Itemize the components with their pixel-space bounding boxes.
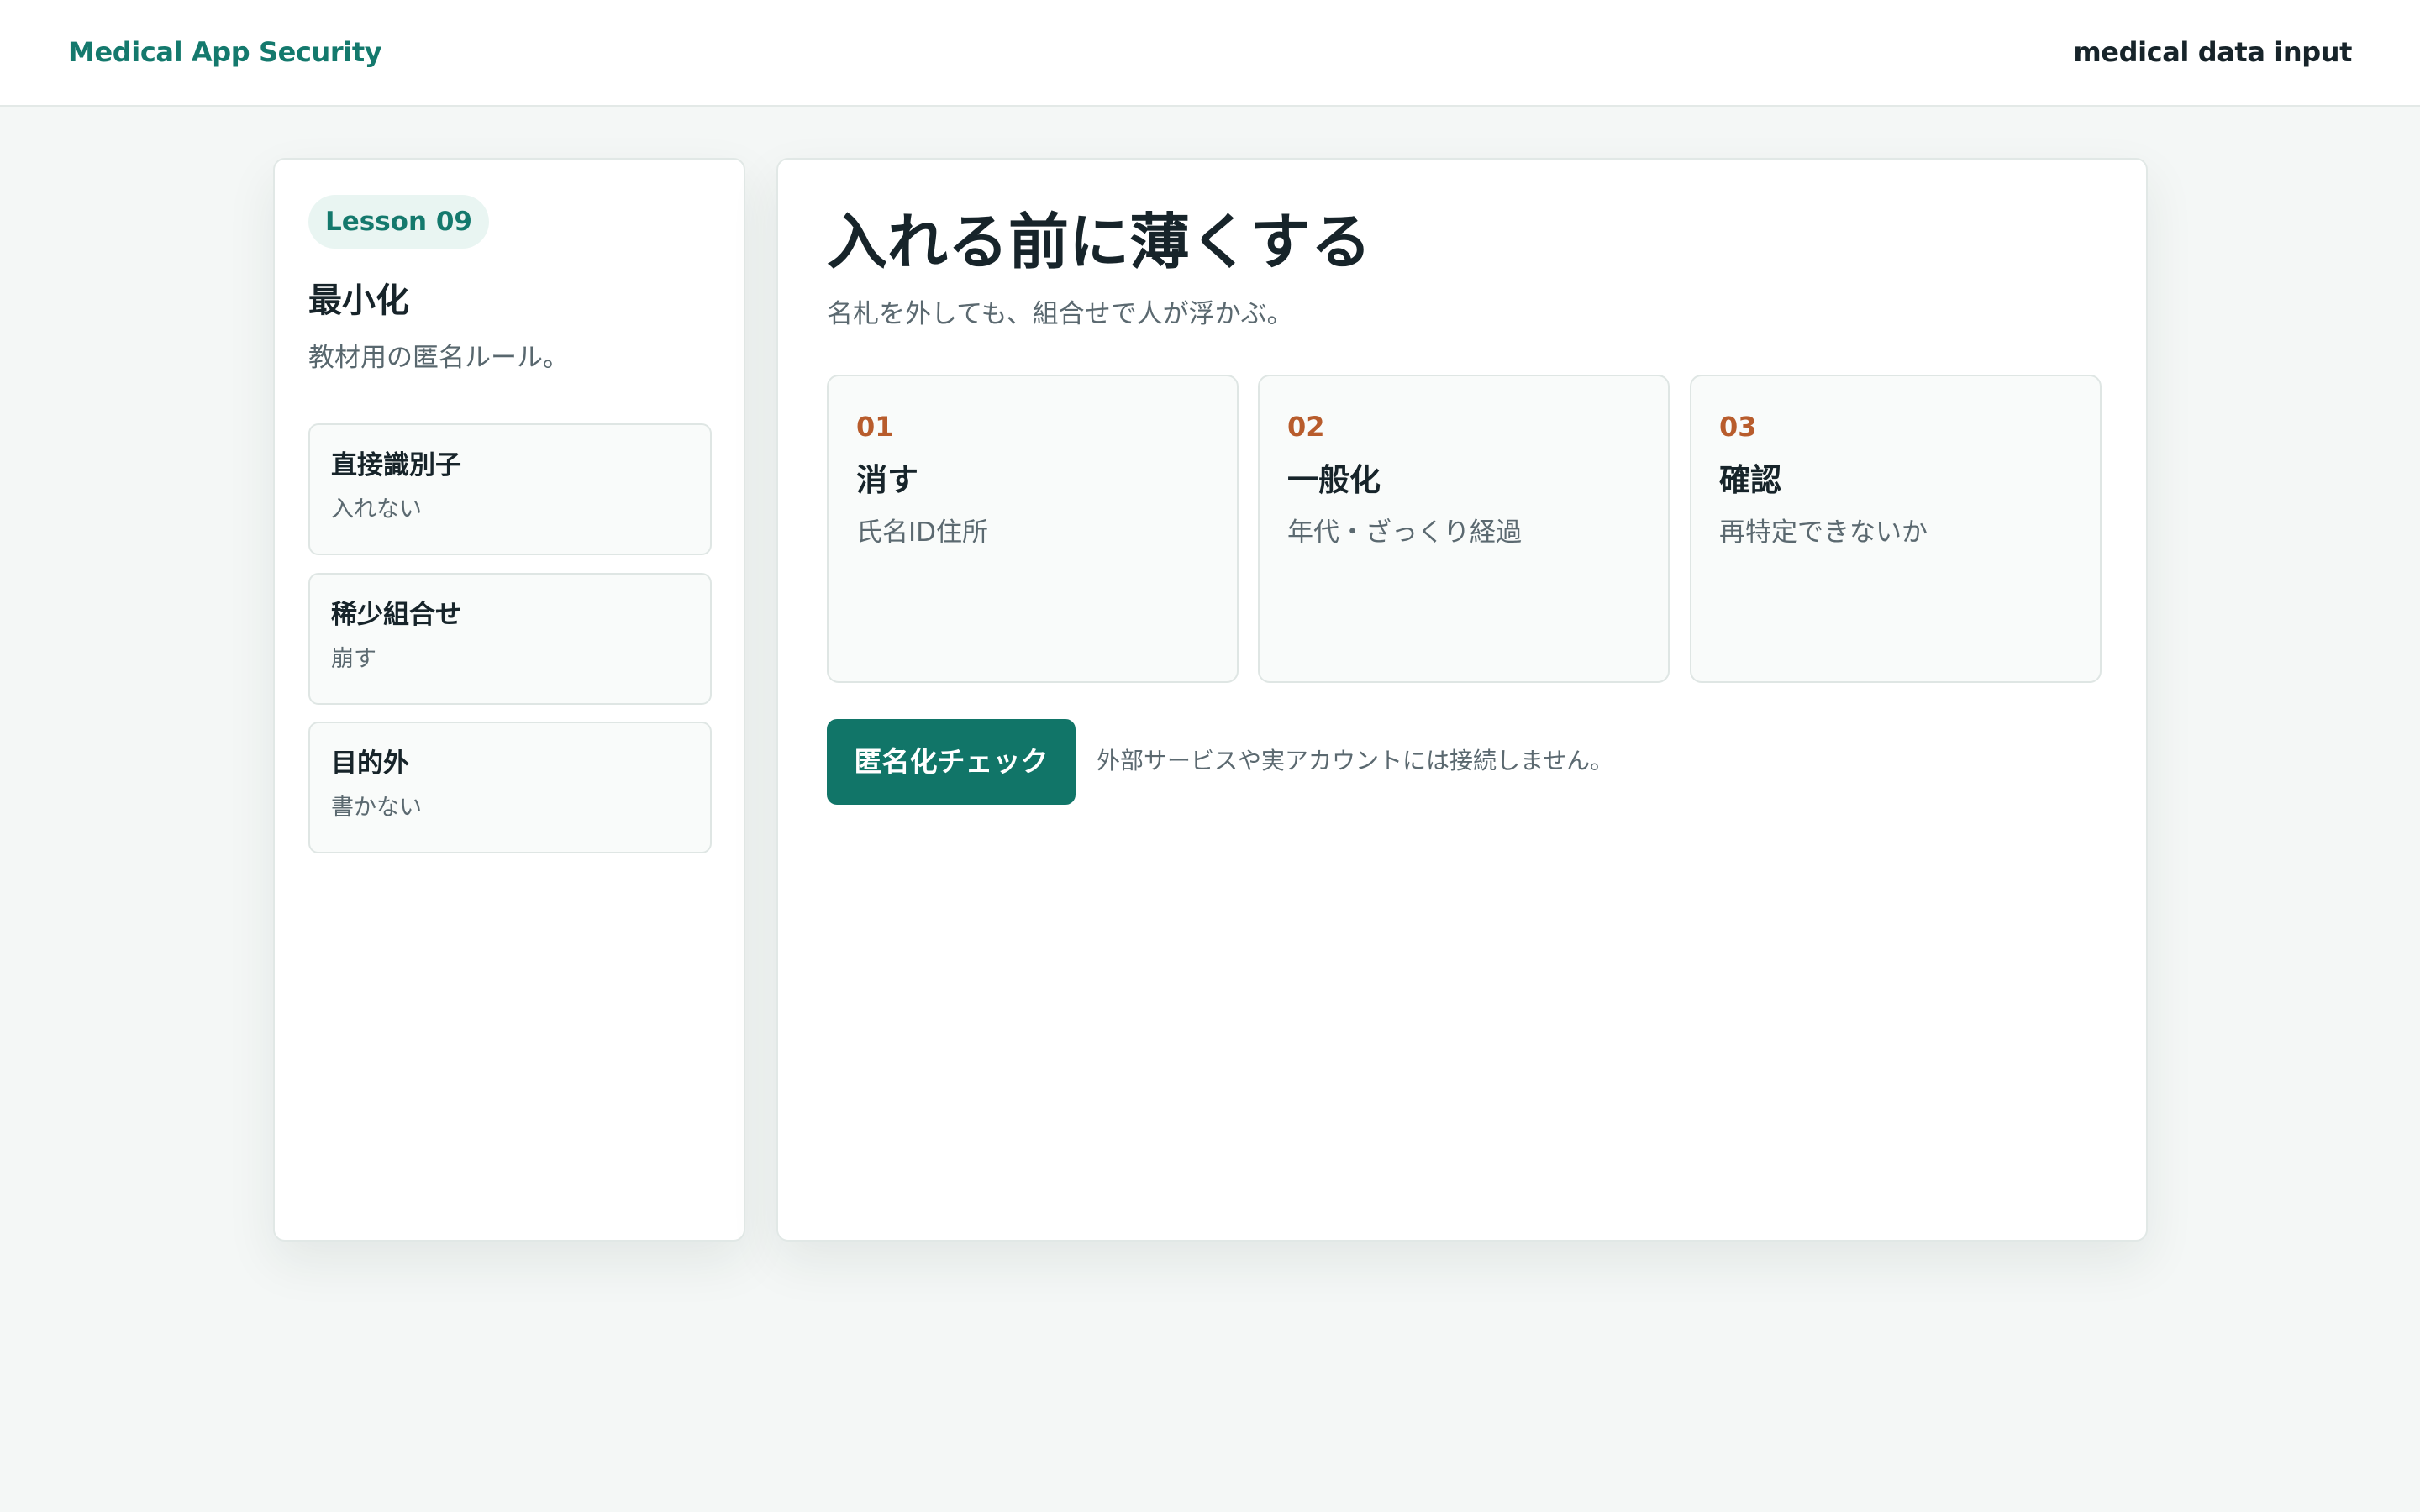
rule-title: 目的外	[331, 748, 409, 779]
step-description: 年代・ざっくり経過	[1287, 517, 1522, 548]
step-card-confirm: 03 確認 再特定できないか	[1690, 375, 2102, 683]
lesson-sidebar: Lesson 09 最小化 教材用の匿名ルール。 直接識別子 入れない 稀少組合…	[273, 158, 745, 1242]
step-card-remove: 01 消す 氏名ID住所	[827, 375, 1239, 683]
step-description: 再特定できないか	[1719, 517, 1928, 548]
rule-description: 書かない	[331, 795, 422, 821]
top-navigation-bar: Medical App Security medical data input	[0, 0, 2420, 107]
rule-title: 直接識別子	[331, 450, 461, 480]
connection-notice: 外部サービスや実アカウントには接続しません。	[1097, 747, 1614, 774]
lesson-badge: Lesson 09	[308, 195, 489, 249]
rule-description: 崩す	[331, 646, 376, 672]
page-title: 入れる前に薄くする	[827, 207, 1372, 277]
rule-description: 入れない	[331, 496, 422, 522]
step-number: 01	[856, 411, 894, 443]
step-description: 氏名ID住所	[856, 517, 989, 548]
context-label: medical data input	[2073, 36, 2352, 68]
rule-card-out-of-purpose: 目的外 書かない	[308, 722, 712, 853]
step-number: 03	[1719, 411, 1757, 443]
rule-title: 稀少組合せ	[331, 600, 461, 630]
sidebar-subtitle: 教材用の匿名ルール。	[308, 343, 569, 373]
step-number: 02	[1287, 411, 1325, 443]
step-title: 消す	[856, 462, 918, 498]
lesson-main-panel: 入れる前に薄くする 名札を外しても、組合せで人が浮かぶ。 01 消す 氏名ID住…	[776, 158, 2148, 1242]
rule-card-rare-combinations: 稀少組合せ 崩す	[308, 573, 712, 705]
page-subtitle: 名札を外しても、組合せで人が浮かぶ。	[827, 299, 1293, 329]
sidebar-title: 最小化	[308, 281, 409, 320]
step-card-generalize: 02 一般化 年代・ざっくり経過	[1258, 375, 1670, 683]
rule-card-direct-identifiers: 直接識別子 入れない	[308, 423, 712, 555]
step-title: 確認	[1719, 462, 1781, 498]
app-brand[interactable]: Medical App Security	[68, 34, 382, 71]
anonymization-check-button[interactable]: 匿名化チェック	[827, 719, 1076, 805]
step-title: 一般化	[1287, 462, 1381, 498]
